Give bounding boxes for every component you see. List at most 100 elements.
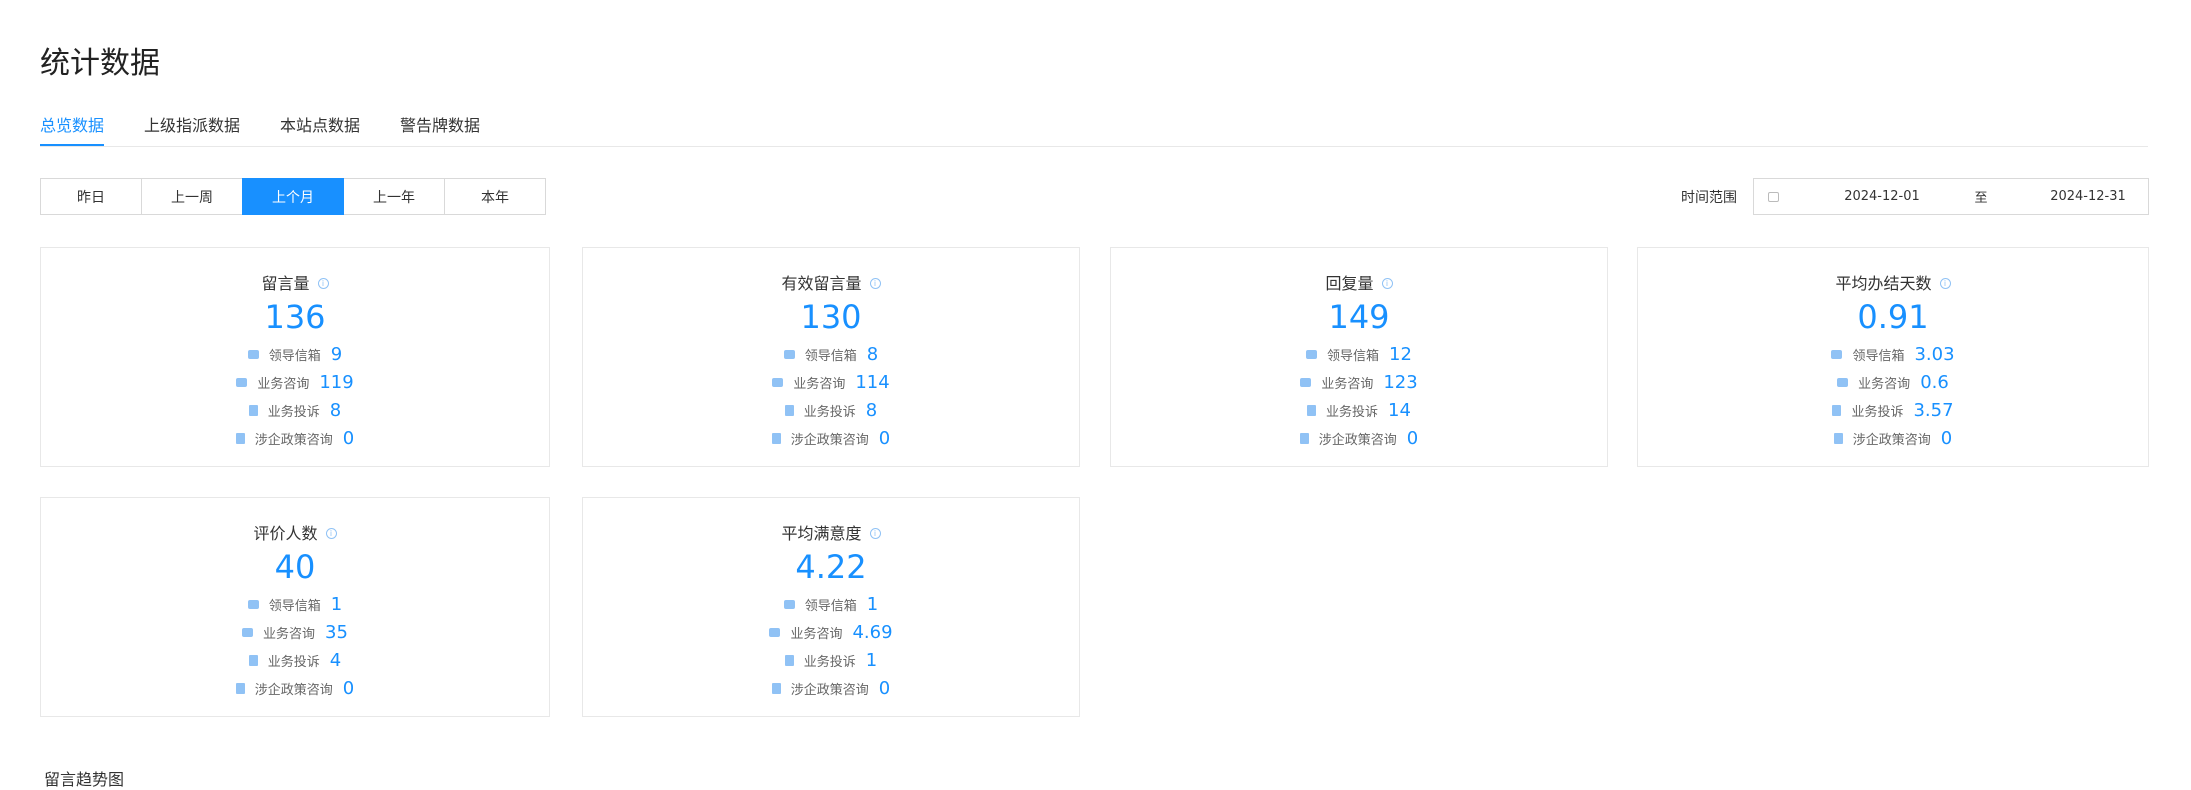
breakdown-value: 35 <box>325 621 348 643</box>
stat-card-replies: 回复量 i 149 领导信箱 12 业务咨询 123 业务投诉 14 涉企政策咨询 0 <box>1110 247 1608 467</box>
file-icon <box>1299 432 1309 444</box>
breakdown-label: 业务投诉 <box>803 404 856 420</box>
card-title: 平均办结天数 <box>1835 274 1932 293</box>
stat-card-messages: 留言量 i 136 领导信箱 9 业务咨询 119 业务投诉 8 涉企政策咨询 0 <box>40 247 550 467</box>
breakdown-label: 涉企政策咨询 <box>254 432 333 448</box>
chat-icon <box>242 627 254 637</box>
breakdown-value: 12 <box>1389 343 1412 365</box>
breakdown-value: 8 <box>865 399 878 421</box>
breakdown-value: 4 <box>329 649 342 671</box>
card-value: 136 <box>264 298 326 336</box>
info-icon[interactable]: i <box>869 528 881 539</box>
breakdown-label: 业务咨询 <box>263 626 316 642</box>
stat-card-avg-completion-days: 平均办结天数 i 0.91 领导信箱 3.03 业务咨询 0.6 业务投诉 3.57 涉… <box>1637 247 2149 467</box>
breakdown-row: 领导信箱 12 <box>1111 340 1607 368</box>
stat-card-raters: 评价人数 i 40 领导信箱 1 业务咨询 35 业务投诉 4 涉企政策咨询 0 <box>40 497 550 717</box>
stat-card-valid-messages: 有效留言量 i 130 领导信箱 8 业务咨询 114 业务投诉 8 涉企政策咨询 0 <box>582 247 1080 467</box>
card-title: 留言量 <box>261 274 310 293</box>
range-yesterday-button[interactable]: 昨日 <box>40 178 142 215</box>
mail-icon <box>783 599 795 609</box>
breakdown-row: 业务咨询 4.69 <box>583 618 1079 646</box>
mail-icon <box>1306 349 1318 359</box>
breakdown-value: 119 <box>319 371 354 393</box>
breakdown-value: 3.03 <box>1914 343 1955 365</box>
chat-icon <box>1300 377 1312 387</box>
breakdown-row: 涉企政策咨询 0 <box>1638 424 2148 452</box>
breakdown-label: 领导信箱 <box>1852 348 1905 364</box>
breakdown-label: 业务投诉 <box>1326 404 1379 420</box>
info-icon[interactable]: i <box>869 278 881 289</box>
card-title-wrap: 回复量 i <box>1111 270 1607 294</box>
file-icon <box>235 682 245 694</box>
chat-icon <box>236 377 248 387</box>
breakdown-label: 涉企政策咨询 <box>1318 432 1397 448</box>
document-icon <box>248 654 258 666</box>
tab-warning-sign[interactable]: 警告牌数据 <box>400 112 480 146</box>
card-breakdown: 领导信箱 8 业务咨询 114 业务投诉 8 涉企政策咨询 0 <box>583 340 1079 452</box>
card-value: 149 <box>1328 298 1390 336</box>
date-start-input[interactable]: 2024-12-01 <box>1837 189 1927 204</box>
document-icon <box>784 654 794 666</box>
breakdown-row: 涉企政策咨询 0 <box>1111 424 1607 452</box>
card-value: 40 <box>274 548 316 586</box>
breakdown-label: 涉企政策咨询 <box>254 682 333 698</box>
card-title-wrap: 平均满意度 i <box>583 520 1079 544</box>
info-icon[interactable]: i <box>1939 278 1951 289</box>
card-breakdown: 领导信箱 3.03 业务咨询 0.6 业务投诉 3.57 涉企政策咨询 0 <box>1638 340 2148 452</box>
breakdown-row: 领导信箱 3.03 <box>1638 340 2148 368</box>
document-icon <box>248 404 258 416</box>
breakdown-row: 涉企政策咨询 0 <box>41 424 549 452</box>
breakdown-row: 领导信箱 9 <box>41 340 549 368</box>
info-icon[interactable]: i <box>1381 278 1393 289</box>
breakdown-row: 业务投诉 14 <box>1111 396 1607 424</box>
breakdown-value: 14 <box>1388 399 1411 421</box>
info-icon[interactable]: i <box>325 528 337 539</box>
breakdown-label: 业务咨询 <box>1858 376 1911 392</box>
breakdown-value: 123 <box>1383 371 1418 393</box>
date-range-picker[interactable]: 2024-12-01 至 2024-12-31 <box>1753 178 2149 215</box>
chat-icon <box>769 627 781 637</box>
card-breakdown: 领导信箱 9 业务咨询 119 业务投诉 8 涉企政策咨询 0 <box>41 340 549 452</box>
breakdown-row: 涉企政策咨询 0 <box>583 424 1079 452</box>
range-this-year-button[interactable]: 本年 <box>444 178 546 215</box>
mail-icon <box>247 349 259 359</box>
breakdown-row: 业务投诉 4 <box>41 646 549 674</box>
breakdown-row: 业务咨询 119 <box>41 368 549 396</box>
breakdown-value: 0 <box>1940 427 1953 449</box>
breakdown-value: 0 <box>878 427 891 449</box>
range-last-week-button[interactable]: 上一周 <box>141 178 243 215</box>
breakdown-row: 业务咨询 123 <box>1111 368 1607 396</box>
card-title-wrap: 有效留言量 i <box>583 270 1079 294</box>
tab-overview[interactable]: 总览数据 <box>40 112 105 146</box>
info-icon[interactable]: i <box>317 278 329 289</box>
breakdown-label: 业务投诉 <box>1851 404 1904 420</box>
date-end-input[interactable]: 2024-12-31 <box>2043 189 2133 204</box>
breakdown-row: 领导信箱 1 <box>583 590 1079 618</box>
breakdown-row: 业务投诉 1 <box>583 646 1079 674</box>
tab-superior-assigned[interactable]: 上级指派数据 <box>144 112 240 146</box>
mail-icon <box>783 349 795 359</box>
breakdown-value: 0.6 <box>1920 371 1949 393</box>
card-value: 4.22 <box>795 548 867 586</box>
breakdown-value: 0 <box>342 427 355 449</box>
range-last-year-button[interactable]: 上一年 <box>343 178 445 215</box>
breakdown-row: 业务咨询 35 <box>41 618 549 646</box>
breakdown-value: 3.57 <box>1913 399 1954 421</box>
mail-icon <box>247 599 259 609</box>
breakdown-label: 业务咨询 <box>790 626 843 642</box>
tab-this-site[interactable]: 本站点数据 <box>280 112 360 146</box>
card-title: 评价人数 <box>253 524 318 543</box>
calendar-icon <box>1768 191 1779 202</box>
date-separator: 至 <box>1974 191 1988 206</box>
breakdown-value: 4.69 <box>852 621 893 643</box>
file-icon <box>771 682 781 694</box>
breakdown-value: 1 <box>866 593 879 615</box>
breakdown-value: 0 <box>878 677 891 699</box>
card-value: 130 <box>800 298 862 336</box>
range-last-month-button[interactable]: 上个月 <box>242 178 344 215</box>
breakdown-value: 8 <box>866 343 879 365</box>
chat-icon <box>772 377 784 387</box>
breakdown-value: 114 <box>855 371 890 393</box>
breakdown-label: 业务咨询 <box>257 376 310 392</box>
card-breakdown: 领导信箱 1 业务咨询 4.69 业务投诉 1 涉企政策咨询 0 <box>583 590 1079 702</box>
